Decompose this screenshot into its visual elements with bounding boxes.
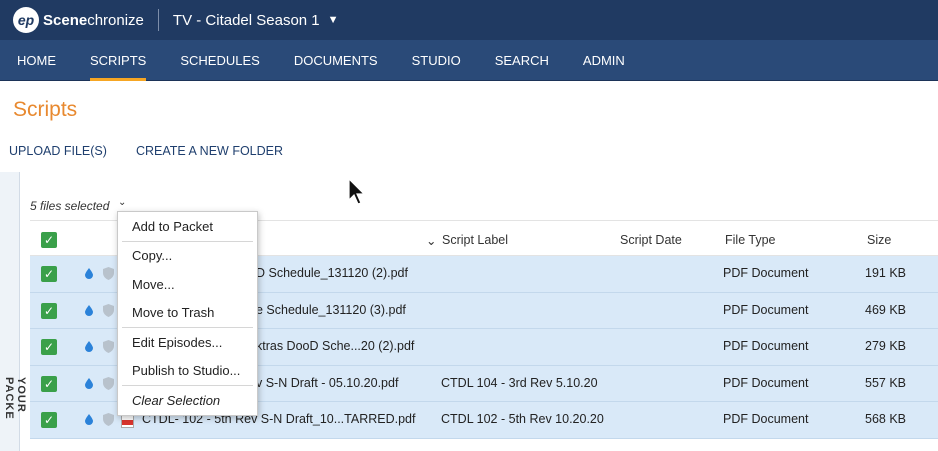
your-packet-tab[interactable]: YOUR PACKE	[0, 172, 27, 451]
row-checkbox[interactable]: ✓	[41, 412, 57, 428]
droplet-icon	[85, 414, 93, 425]
file-type: PDF Document	[723, 266, 809, 280]
logo-text-rest: chronize	[87, 11, 144, 29]
logo-badge: ep	[13, 7, 39, 33]
project-selector[interactable]: TV - Citadel Season 1 ▼	[173, 12, 339, 29]
upload-files-link[interactable]: UPLOAD FILE(S)	[9, 144, 107, 158]
row-checkbox[interactable]: ✓	[41, 339, 57, 355]
caret-down-icon: ▼	[327, 14, 339, 26]
row-checkbox[interactable]: ✓	[41, 266, 57, 282]
header-script-label[interactable]: Script Label	[442, 233, 508, 247]
nav-schedules[interactable]: SCHEDULES	[163, 40, 276, 81]
mouse-cursor-icon	[348, 178, 366, 205]
menu-add-to-packet[interactable]: Add to Packet	[118, 212, 257, 241]
main-nav: HOME SCRIPTS SCHEDULES DOCUMENTS STUDIO …	[0, 40, 938, 81]
droplet-icon	[85, 268, 93, 279]
nav-search[interactable]: SEARCH	[478, 40, 566, 81]
selection-chevron-down-icon[interactable]: ⌄	[118, 197, 126, 208]
file-size: 191 KB	[865, 266, 907, 280]
shield-icon	[103, 267, 114, 280]
row-checkbox[interactable]: ✓	[41, 375, 57, 392]
sort-chevron-icon[interactable]: ⌄	[426, 233, 436, 248]
nav-admin[interactable]: ADMIN	[566, 40, 642, 81]
header-script-date[interactable]: Script Date	[620, 233, 682, 247]
file-name[interactable]: e Schedule_131120 (3).pdf	[256, 303, 406, 317]
droplet-icon	[85, 377, 93, 389]
file-name[interactable]: ktras DooD Sche...20 (2).pdf	[256, 339, 414, 353]
your-packet-label: YOUR PACKE	[3, 377, 27, 420]
shield-icon	[103, 340, 114, 353]
script-label: CTDL 102 - 5th Rev 10.20.20	[441, 412, 604, 426]
shield-icon	[103, 413, 114, 426]
droplet-icon	[85, 341, 93, 352]
nav-scripts[interactable]: SCRIPTS	[73, 40, 163, 81]
page-title: Scripts	[13, 98, 78, 121]
menu-edit-episodes[interactable]: Edit Episodes...	[118, 328, 257, 357]
file-size: 469 KB	[865, 302, 907, 317]
shield-icon	[103, 376, 114, 390]
logo-text: Scenechronize	[43, 12, 144, 29]
file-size: 568 KB	[865, 412, 907, 426]
nav-home[interactable]: HOME	[0, 40, 73, 81]
droplet-icon	[85, 304, 93, 316]
nav-documents[interactable]: DOCUMENTS	[277, 40, 395, 81]
top-divider	[157, 9, 159, 31]
file-type: PDF Document	[723, 375, 809, 390]
file-type: PDF Document	[723, 339, 809, 353]
menu-copy[interactable]: Copy...	[118, 242, 257, 271]
menu-publish-to-studio[interactable]: Publish to Studio...	[118, 357, 257, 386]
context-menu: Add to Packet Copy... Move... Move to Tr…	[117, 211, 258, 416]
menu-move[interactable]: Move...	[118, 270, 257, 299]
nav-studio[interactable]: STUDIO	[395, 40, 478, 81]
header-size[interactable]: Size	[867, 233, 891, 247]
shield-icon	[103, 303, 114, 317]
row-checkbox[interactable]: ✓	[41, 302, 57, 319]
app-logo[interactable]: ep Scenechronize	[13, 7, 144, 33]
file-size: 557 KB	[865, 375, 907, 390]
file-name[interactable]: D Schedule_131120 (2).pdf	[256, 266, 408, 280]
file-type: PDF Document	[723, 412, 809, 426]
file-name[interactable]: v S-N Draft - 05.10.20.pdf	[256, 376, 398, 390]
menu-move-to-trash[interactable]: Move to Trash	[118, 299, 257, 328]
select-all-checkbox[interactable]: ✓	[41, 232, 57, 248]
logo-text-bold: Scene	[43, 11, 88, 29]
file-type: PDF Document	[723, 302, 809, 317]
top-bar: ep Scenechronize TV - Citadel Season 1 ▼	[0, 0, 938, 40]
menu-clear-selection[interactable]: Clear Selection	[118, 386, 257, 415]
file-size: 279 KB	[865, 339, 907, 353]
selection-count: 5 files selected	[30, 199, 110, 213]
script-label: CTDL 104 - 3rd Rev 5.10.20	[441, 375, 598, 390]
header-file-type[interactable]: File Type	[725, 233, 776, 247]
create-folder-link[interactable]: CREATE A NEW FOLDER	[136, 144, 283, 158]
project-name: TV - Citadel Season 1	[172, 11, 320, 29]
